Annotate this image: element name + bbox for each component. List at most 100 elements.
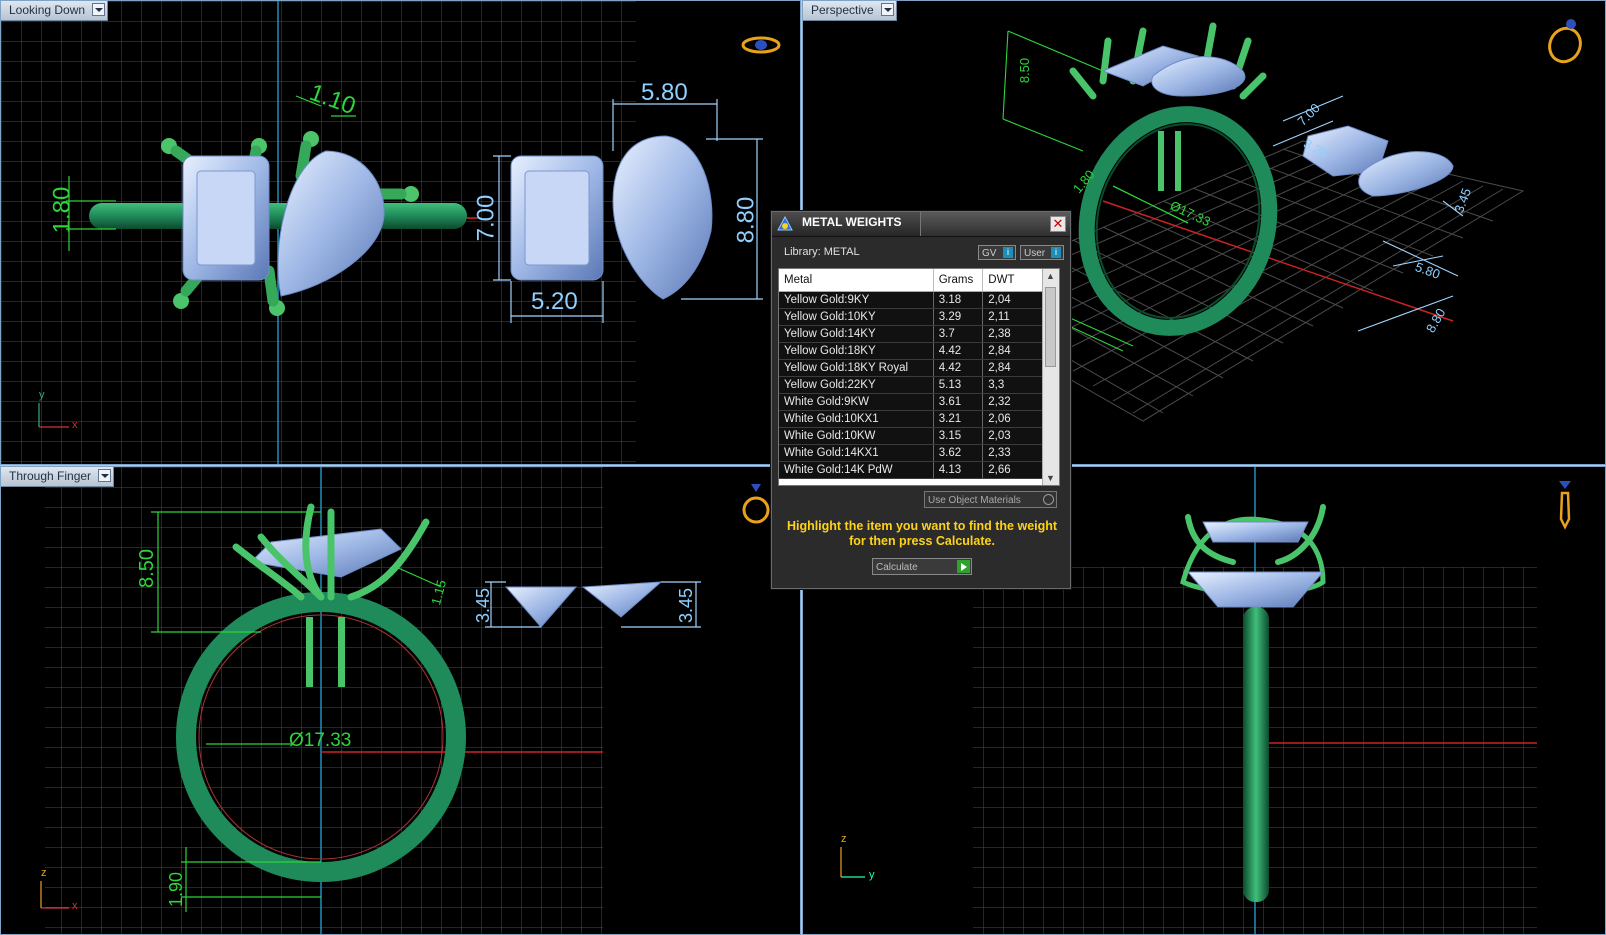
table-header-row: Metal Grams DWT xyxy=(779,269,1045,292)
play-icon xyxy=(957,560,970,573)
column-header-metal[interactable]: Metal xyxy=(779,269,934,292)
table-row[interactable]: Yellow Gold:10KY 3.29 2,11 xyxy=(779,308,1045,326)
dimension-label: 7.00 xyxy=(472,194,500,242)
gv-toggle-label: GV xyxy=(982,248,997,259)
scroll-down-icon[interactable]: ▼ xyxy=(1046,473,1055,483)
viewport-label: Looking Down xyxy=(9,3,86,17)
viewport-view-selector[interactable]: Looking Down xyxy=(1,1,109,21)
dimension-label: 8.50 xyxy=(1017,57,1033,84)
axis-y-label: y xyxy=(869,869,875,881)
dialog-titlebar[interactable]: METAL WEIGHTS ✕ xyxy=(772,212,1070,237)
dwt-cell: 2,84 xyxy=(982,342,1045,360)
dwt-cell: 2,84 xyxy=(982,359,1045,377)
dwt-cell: 2,33 xyxy=(982,444,1045,462)
dwt-cell: 2,38 xyxy=(982,325,1045,343)
metal-cell: White Gold:14KX1 xyxy=(779,444,934,462)
use-object-materials-label: Use Object Materials xyxy=(928,495,1021,506)
dwt-cell: 2,03 xyxy=(982,427,1045,445)
library-label: Library: METAL xyxy=(784,246,860,258)
dwt-cell: 2,32 xyxy=(982,393,1045,411)
info-icon: i xyxy=(1051,247,1061,258)
table-row[interactable]: White Gold:10KX1 3.21 2,06 xyxy=(779,410,1045,428)
instruction-line-1: Highlight the item you want to find the … xyxy=(786,519,1058,533)
axis-z-label: z xyxy=(841,833,847,845)
use-object-materials-button[interactable]: Use Object Materials xyxy=(924,491,1057,508)
metal-cell: Yellow Gold:9KY xyxy=(779,291,934,309)
metal-cell: Yellow Gold:22KY xyxy=(779,376,934,394)
table-scrollbar[interactable]: ▲ ▼ xyxy=(1042,269,1059,485)
viewport-view-selector[interactable]: Perspective xyxy=(803,1,897,21)
column-header-grams[interactable]: Grams xyxy=(933,269,984,292)
ring-front-view-icon[interactable] xyxy=(742,477,772,529)
instruction-text: Highlight the item you want to find the … xyxy=(778,519,1066,549)
metal-cell: White Gold:10KX1 xyxy=(779,410,934,428)
calculate-button[interactable]: Calculate xyxy=(872,558,972,575)
ring-perspective-icon[interactable] xyxy=(1545,17,1585,65)
dialog-title-tab: METAL WEIGHTS xyxy=(772,212,921,236)
metal-cell: Yellow Gold:18KY Royal xyxy=(779,359,934,377)
grams-cell: 4.42 xyxy=(933,342,984,360)
ring-side-view-icon[interactable] xyxy=(1553,477,1577,533)
metal-weights-table: Metal Grams DWT Yellow Gold:9KY 3.18 2,04 … xyxy=(779,269,1045,479)
grams-cell: 4.42 xyxy=(933,359,984,377)
dwt-cell: 2,11 xyxy=(982,308,1045,326)
viewport-looking-down[interactable]: Looking Down 1.10 1.80 5.80 7.00 8.80 5.… xyxy=(0,0,801,465)
scroll-up-icon[interactable]: ▲ xyxy=(1046,271,1055,281)
column-header-dwt[interactable]: DWT xyxy=(982,269,1045,292)
scene-top-view xyxy=(1,1,763,464)
table-row[interactable]: Yellow Gold:18KY 4.42 2,84 xyxy=(779,342,1045,360)
close-icon[interactable]: ✕ xyxy=(1050,216,1066,232)
user-toggle[interactable]: User i xyxy=(1020,245,1064,260)
gv-toggle[interactable]: GV i xyxy=(978,245,1016,260)
metal-cell: Yellow Gold:10KY xyxy=(779,308,934,326)
grams-cell: 3.7 xyxy=(933,325,984,343)
grams-cell: 3.15 xyxy=(933,427,984,445)
chevron-down-icon[interactable] xyxy=(98,469,112,482)
viewport-view-selector[interactable]: Through Finger xyxy=(1,467,115,487)
table-row[interactable]: White Gold:9KW 3.61 2,32 xyxy=(779,393,1045,411)
table-row[interactable]: Yellow Gold:18KY Royal 4.42 2,84 xyxy=(779,359,1045,377)
table-row[interactable]: White Gold:14K PdW 4.13 2,66 xyxy=(779,461,1045,479)
grams-cell: 5.13 xyxy=(933,376,984,394)
metal-cell: White Gold:10KW xyxy=(779,427,934,445)
user-toggle-label: User xyxy=(1024,248,1046,259)
metal-cell: Yellow Gold:14KY xyxy=(779,325,934,343)
dwt-cell: 2,06 xyxy=(982,410,1045,428)
ring-top-view-icon[interactable] xyxy=(741,33,781,57)
table-row[interactable]: Yellow Gold:22KY 5.13 3,3 xyxy=(779,376,1045,394)
metal-cell: Yellow Gold:18KY xyxy=(779,342,934,360)
metal-cell: White Gold:9KW xyxy=(779,393,934,411)
dwt-cell: 3,3 xyxy=(982,376,1045,394)
settings-icon xyxy=(1043,494,1054,505)
viewport-label: Through Finger xyxy=(9,469,92,483)
viewport-through-finger[interactable]: Through Finger 8.50 1.15 3.45 3.45 Ø17.3… xyxy=(0,466,801,935)
grams-cell: 3.18 xyxy=(933,291,984,309)
scale-icon xyxy=(777,215,793,231)
dimension-label: Ø17.33 xyxy=(289,730,352,751)
dimension-label: 3.45 xyxy=(473,587,494,624)
table-row[interactable]: White Gold:14KX1 3.62 2,33 xyxy=(779,444,1045,462)
axis-y-label: y xyxy=(39,389,45,401)
dimension-label: 5.80 xyxy=(641,79,688,106)
dimension-label: 1.80 xyxy=(48,186,76,234)
scene-front-view xyxy=(40,467,701,934)
chevron-down-icon[interactable] xyxy=(92,3,106,16)
grams-cell: 4.13 xyxy=(933,461,984,479)
dialog-title: METAL WEIGHTS xyxy=(802,215,902,229)
table-row[interactable]: White Gold:10KW 3.15 2,03 xyxy=(779,427,1045,445)
grams-cell: 3.62 xyxy=(933,444,984,462)
metal-table[interactable]: Metal Grams DWT Yellow Gold:9KY 3.18 2,04 … xyxy=(778,268,1060,486)
grams-cell: 3.29 xyxy=(933,308,984,326)
table-row[interactable]: Yellow Gold:9KY 3.18 2,04 xyxy=(779,291,1045,309)
axis-x-label: x xyxy=(72,900,78,912)
chevron-down-icon[interactable] xyxy=(880,3,894,16)
dimension-label: 1.90 xyxy=(166,871,187,908)
dimension-label: 8.50 xyxy=(135,549,158,588)
scrollbar-thumb[interactable] xyxy=(1045,287,1056,367)
dimension-label: 8.80 xyxy=(732,196,760,244)
grams-cell: 3.61 xyxy=(933,393,984,411)
axis-x-label: x xyxy=(72,419,78,431)
instruction-line-2: for then press Calculate. xyxy=(849,534,995,548)
metal-weights-dialog[interactable]: METAL WEIGHTS ✕ Library: METAL GV i User… xyxy=(771,211,1071,589)
table-row[interactable]: Yellow Gold:14KY 3.7 2,38 xyxy=(779,325,1045,343)
